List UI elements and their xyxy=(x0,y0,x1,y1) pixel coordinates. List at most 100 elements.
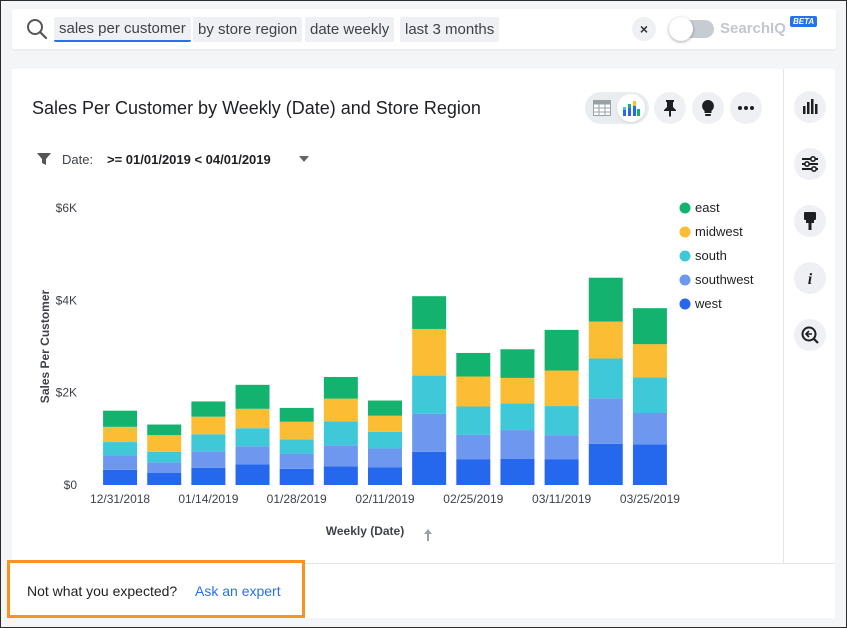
chart-type-icon xyxy=(803,99,818,114)
bar-segment-midwest xyxy=(588,321,623,359)
bar-segment-southwest xyxy=(103,455,138,470)
bar-segment-east xyxy=(588,277,623,322)
bar-segment-west xyxy=(588,443,623,485)
info-button[interactable]: i xyxy=(794,262,826,294)
bar-segment-southwest xyxy=(235,446,270,465)
configure-button[interactable] xyxy=(794,148,826,180)
bar-segment-southwest xyxy=(147,462,182,473)
pin-button[interactable] xyxy=(654,92,686,124)
format-button[interactable] xyxy=(794,205,826,237)
legend-label: west xyxy=(694,296,722,311)
ask-expert-link[interactable]: Ask an expert xyxy=(195,583,281,599)
bar-segment-west xyxy=(279,468,314,485)
search-token[interactable]: by store region xyxy=(193,17,303,42)
filter-value[interactable]: >= 01/01/2019 < 04/01/2019 xyxy=(107,152,271,167)
chart-title: Sales Per Customer by Weekly (Date) and … xyxy=(32,98,481,118)
search-icon[interactable] xyxy=(26,18,48,40)
bar-segment-southwest xyxy=(632,412,667,445)
filter-icon xyxy=(37,153,51,165)
bar-segment-midwest xyxy=(147,435,182,452)
toggle-knob xyxy=(669,17,693,41)
search-token[interactable]: date weekly xyxy=(305,17,395,42)
bar-segment-south xyxy=(323,421,358,446)
legend-label: south xyxy=(695,248,727,263)
bar-segment-east xyxy=(368,400,402,416)
x-tick-label: 03/25/2019 xyxy=(620,492,680,506)
bar-segment-southwest xyxy=(588,398,623,444)
bar-segment-midwest xyxy=(103,426,138,443)
bar-segment-east xyxy=(191,401,226,417)
bar-segment-midwest xyxy=(323,398,358,422)
chart-type-button[interactable] xyxy=(794,91,826,123)
bar-segment-east xyxy=(103,410,138,427)
bar-segment-midwest xyxy=(544,370,579,407)
configure-icon xyxy=(802,155,818,173)
searchiq-label: SearchIQ xyxy=(720,20,786,37)
more-icon xyxy=(738,106,754,110)
bar-segment-south xyxy=(103,442,138,456)
bar-segment-midwest xyxy=(456,376,491,407)
search-token[interactable]: sales per customer xyxy=(54,17,191,42)
svg-text:i: i xyxy=(808,271,813,288)
y-axis-label: Sales Per Customer xyxy=(38,289,52,403)
bar-segment-midwest xyxy=(235,408,270,429)
bar-segment-southwest xyxy=(456,434,491,460)
stacked-bar-chart: $0 $2K $4K $6K Sales Per Customer 12/31/2018 0… xyxy=(38,200,754,541)
bar-segment-east xyxy=(412,296,447,329)
bar-segment-east xyxy=(456,352,491,377)
clear-search-button[interactable]: × xyxy=(632,17,656,41)
chart-icon xyxy=(623,101,640,116)
bar-segment-south xyxy=(412,375,447,414)
insights-button[interactable] xyxy=(692,92,724,124)
side-rail: i xyxy=(783,69,835,563)
info-icon: i xyxy=(808,271,813,288)
bar-segment-midwest xyxy=(368,415,402,432)
legend-swatch-midwest xyxy=(679,226,691,238)
bar-segment-east xyxy=(279,407,314,422)
bar-segment-west xyxy=(147,472,182,485)
bar-segment-west xyxy=(632,444,667,485)
view-toggle[interactable] xyxy=(585,92,649,124)
search-insights-icon xyxy=(801,326,819,344)
searchiq-toggle[interactable] xyxy=(669,17,714,41)
x-tick-label: 02/25/2019 xyxy=(443,492,503,506)
x-axis-label: Weekly (Date) xyxy=(326,524,404,538)
search-token[interactable]: last 3 months xyxy=(400,17,500,42)
bar-segment-west xyxy=(412,451,447,485)
x-tick-label: 01/28/2019 xyxy=(267,492,327,506)
bar-segment-south xyxy=(191,434,226,452)
bar-segment-east xyxy=(544,329,579,371)
y-tick-label: $2K xyxy=(56,386,77,400)
x-tick-label: 03/11/2019 xyxy=(532,492,591,506)
bar-segment-south xyxy=(235,428,270,447)
search-insights-button[interactable] xyxy=(794,319,826,351)
pin-icon xyxy=(664,100,676,117)
feedback-box: Not what you expected? Ask an expert xyxy=(7,560,305,618)
bar-segment-southwest xyxy=(500,430,535,459)
chevron-down-icon[interactable] xyxy=(299,155,309,163)
bar-segment-southwest xyxy=(544,435,579,460)
search-bar[interactable]: sales per customer by store region date … xyxy=(12,9,836,49)
bar-segment-southwest xyxy=(412,413,447,452)
bar-segment-west xyxy=(368,467,402,485)
legend-label: east xyxy=(695,200,720,215)
bar-segment-west xyxy=(191,467,226,485)
table-icon[interactable] xyxy=(593,100,611,116)
bar-segment-southwest xyxy=(323,445,358,467)
bar-segment-southwest xyxy=(191,451,226,468)
x-tick-label: 02/11/2019 xyxy=(355,492,414,506)
bar-segment-east xyxy=(235,384,270,409)
y-tick-label: $0 xyxy=(64,478,78,492)
legend-swatch-west xyxy=(679,298,691,310)
bar-segment-south xyxy=(588,358,623,399)
more-button[interactable] xyxy=(730,92,762,124)
bar-segment-midwest xyxy=(279,421,314,440)
bar-segment-east xyxy=(500,349,535,378)
bar-segment-west xyxy=(103,469,138,485)
lightbulb-icon xyxy=(702,100,714,116)
feedback-question: Not what you expected? xyxy=(27,583,178,599)
legend-swatch-southwest xyxy=(679,274,691,286)
x-tick-label: 01/14/2019 xyxy=(178,492,238,506)
chart-view-button[interactable] xyxy=(617,94,645,122)
x-tick-label: 12/31/2018 xyxy=(90,492,150,506)
